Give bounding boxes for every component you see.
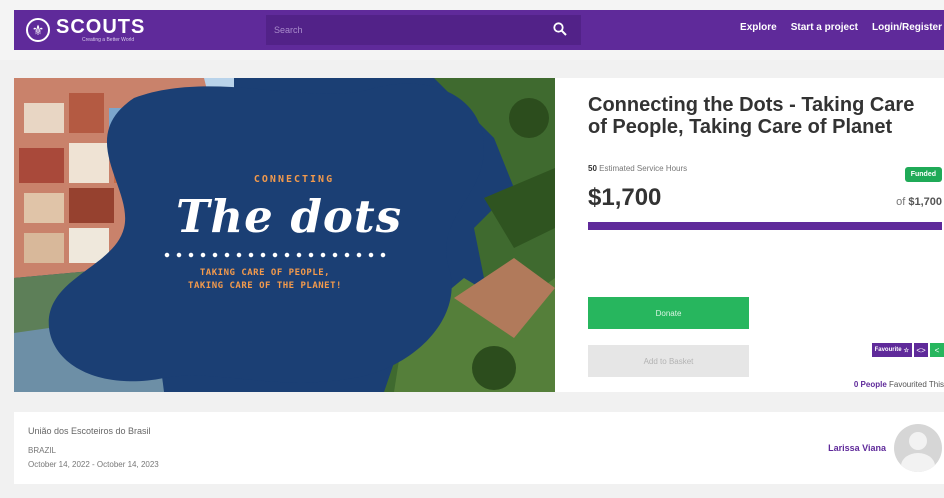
project-leader-name[interactable]: Larissa Viana xyxy=(828,443,886,453)
avatar-head-icon xyxy=(909,432,927,450)
hero-subtitle: TAKING CARE OF PEOPLE, TAKING CARE OF TH… xyxy=(140,267,390,293)
favourite-count-value: 0 People xyxy=(853,380,887,389)
nav-login-register-link[interactable]: Login/Register xyxy=(872,22,942,33)
share-actions: Favourite ☆ <> < xyxy=(871,343,944,357)
hero-title-text: The dots xyxy=(175,190,403,243)
project-hero-image: CONNECTING The dots TAKING CARE OF PEOPL… xyxy=(14,78,555,392)
brand-tagline: Creating a Better World xyxy=(82,37,135,43)
organization-name[interactable]: União dos Escoteiros do Brasil xyxy=(28,426,151,436)
embed-code-icon[interactable]: <> xyxy=(914,343,928,357)
funding-goal-prefix: of xyxy=(896,196,906,208)
avatar-body-icon xyxy=(901,453,935,472)
nav-links: Explore Start a project Login/Register xyxy=(740,22,942,33)
nav-start-project-link[interactable]: Start a project xyxy=(791,22,858,33)
hero-dotted-divider xyxy=(161,252,391,258)
scout-emblem-icon: ⚜ xyxy=(26,18,50,42)
brand-wordmark: SCOUTS Creating a Better World xyxy=(56,17,145,43)
funding-progress-bar xyxy=(588,222,942,230)
brand-name: SCOUTS xyxy=(56,16,146,38)
service-hours-value: 50 xyxy=(588,164,597,173)
service-hours-label: Estimated Service Hours xyxy=(599,164,688,173)
project-dates: October 14, 2022 - October 14, 2023 xyxy=(28,460,159,469)
funding-amount-row: $1,700 of $1,700 xyxy=(588,184,942,212)
share-icon[interactable]: < xyxy=(930,343,944,357)
funded-status-badge: Funded xyxy=(904,167,942,182)
organization-bar: União dos Escoteiros do Brasil BRAZIL Oc… xyxy=(14,412,944,484)
search-bar xyxy=(266,15,581,45)
search-icon[interactable] xyxy=(553,22,567,36)
service-hours-row: 50 Estimated Service Hours Funded xyxy=(588,155,942,182)
funding-goal-value: $1,700 xyxy=(908,196,942,208)
navbar: ⚜ SCOUTS Creating a Better World Explore… xyxy=(14,10,944,50)
top-bar: ⚜ SCOUTS Creating a Better World Explore… xyxy=(0,0,944,60)
hero-kicker-text: CONNECTING xyxy=(253,174,335,185)
donate-button[interactable]: Donate xyxy=(588,297,749,329)
favourite-label: Favourite xyxy=(874,347,902,353)
funding-goal: of $1,700 xyxy=(896,196,942,208)
service-hours: 50 Estimated Service Hours xyxy=(588,164,687,173)
project-title: Connecting the Dots - Taking Care of Peo… xyxy=(588,94,915,138)
add-to-basket-button[interactable]: Add to Basket xyxy=(588,345,749,377)
project-card: CONNECTING The dots TAKING CARE OF PEOPL… xyxy=(14,78,944,392)
brand-logo[interactable]: ⚜ SCOUTS Creating a Better World xyxy=(26,17,266,43)
nav-explore-link[interactable]: Explore xyxy=(740,22,777,33)
hero-subtitle-line-2: TAKING CARE OF THE PLANET! xyxy=(188,281,342,291)
hero-subtitle-line-1: TAKING CARE OF PEOPLE, xyxy=(199,268,331,278)
project-info-panel: Connecting the Dots - Taking Care of Peo… xyxy=(588,94,944,389)
star-icon: ☆ xyxy=(903,347,909,354)
funding-progress-fill xyxy=(588,222,942,230)
favourite-count-label: Favourited This xyxy=(889,380,944,389)
amount-raised: $1,700 xyxy=(588,184,662,211)
favourite-count: 0 People Favourited This xyxy=(854,380,944,389)
search-input[interactable] xyxy=(274,25,534,35)
favourite-button[interactable]: Favourite ☆ xyxy=(871,343,912,357)
user-avatar[interactable] xyxy=(894,424,942,472)
organization-country: BRAZIL xyxy=(28,446,57,455)
